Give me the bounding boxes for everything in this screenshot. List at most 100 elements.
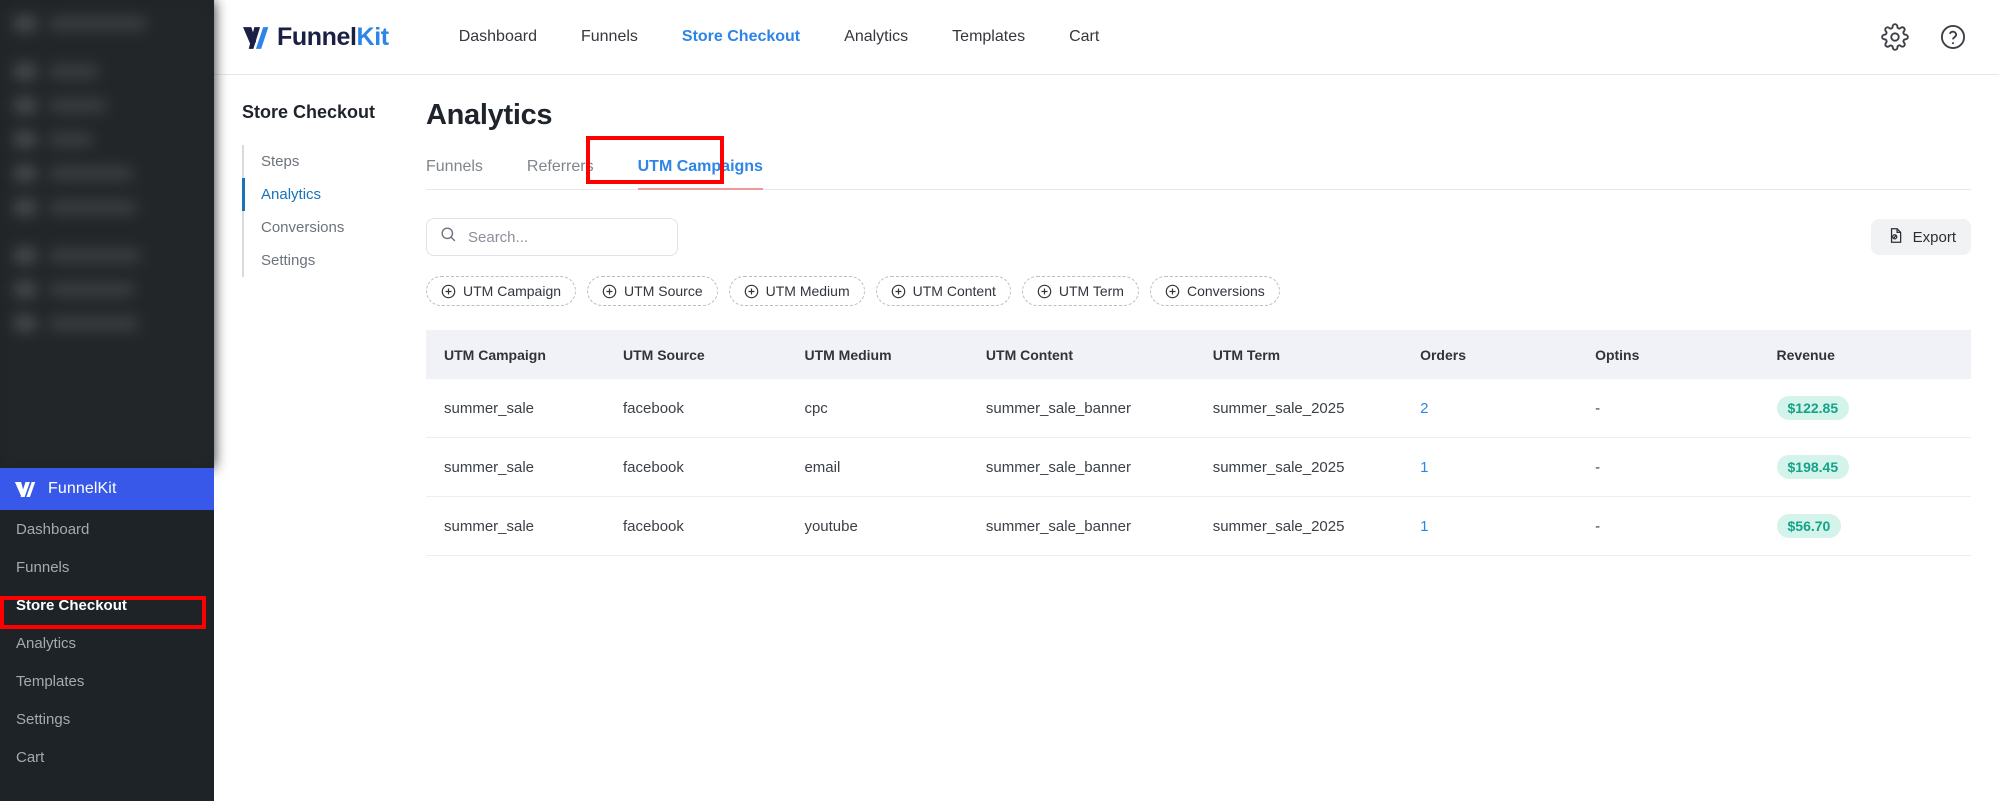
cell-utm-content: summer_sale_banner — [985, 496, 1213, 556]
sidebar-item-cart[interactable]: Cart — [0, 738, 214, 776]
store-checkout-sidebar: Store Checkout Steps Analytics Conversio… — [214, 75, 426, 801]
cell-utm-campaign: summer_sale — [426, 437, 623, 497]
topnav-dashboard[interactable]: Dashboard — [459, 28, 537, 46]
topnav-analytics[interactable]: Analytics — [844, 28, 908, 46]
chip-utm-content[interactable]: UTM Content — [875, 276, 1011, 306]
tab-utm-campaigns[interactable]: UTM Campaigns — [637, 158, 764, 190]
sub-nav-steps[interactable]: Steps — [244, 145, 426, 178]
sidebar-item-label: Analytics — [16, 634, 77, 652]
help-circle-icon[interactable] — [1939, 23, 1967, 51]
analytics-tabs: Funnels Referrers UTM Campaigns — [426, 136, 1971, 190]
revenue-badge: $198.45 — [1776, 455, 1850, 479]
main-region: FunnelKit Dashboard Funnels Store Checko… — [214, 0, 1999, 801]
funnelkit-sidebar-menu: Dashboard Funnels Store Checkout Analyti… — [0, 510, 214, 776]
cell-utm-medium: cpc — [804, 379, 986, 438]
search-box[interactable] — [426, 218, 678, 256]
chip-conversions[interactable]: Conversions — [1149, 276, 1280, 306]
page-body: Store Checkout Steps Analytics Conversio… — [214, 75, 1999, 801]
column-header-utm-content[interactable]: UTM Content — [985, 330, 1213, 379]
search-input[interactable] — [468, 228, 665, 246]
app-topbar: FunnelKit Dashboard Funnels Store Checko… — [214, 0, 1999, 75]
sub-nav-settings[interactable]: Settings — [244, 244, 426, 277]
sub-nav-analytics[interactable]: Analytics — [242, 178, 426, 211]
chip-utm-source[interactable]: UTM Source — [587, 276, 718, 306]
column-header-orders[interactable]: Orders — [1420, 330, 1596, 379]
plus-circle-icon — [602, 284, 617, 299]
table-row: summer_sale facebook youtube summer_sale… — [426, 496, 1971, 556]
topnav-cart[interactable]: Cart — [1069, 28, 1099, 46]
wp-admin-sidebar: FunnelKit Dashboard Funnels Store Checko… — [0, 0, 214, 801]
cell-optins: - — [1595, 437, 1777, 497]
blurred-menu-item — [0, 54, 214, 88]
table-row: summer_sale facebook cpc summer_sale_ban… — [426, 379, 1971, 438]
chip-label: Conversions — [1186, 283, 1265, 299]
blurred-menu-item — [0, 272, 214, 306]
table-row: summer_sale facebook email summer_sale_b… — [426, 437, 1971, 497]
brand-word-part1: Funnel — [277, 22, 357, 51]
sidebar-item-settings[interactable]: Settings — [0, 700, 214, 738]
sidebar-item-label: Settings — [16, 710, 71, 728]
sidebar-funnelkit-brand[interactable]: FunnelKit — [0, 468, 214, 510]
sub-nav-conversions[interactable]: Conversions — [244, 211, 426, 244]
cell-utm-campaign: summer_sale — [426, 496, 623, 556]
orders-link[interactable]: 2 — [1420, 400, 1428, 417]
orders-link[interactable]: 1 — [1420, 518, 1428, 535]
chip-utm-medium[interactable]: UTM Medium — [728, 276, 865, 306]
cell-utm-term: summer_sale_2025 — [1212, 379, 1421, 438]
table-header-row: UTM Campaign UTM Source UTM Medium UTM C… — [426, 330, 1971, 379]
brand-wordmark: FunnelKit — [277, 23, 389, 52]
chip-utm-campaign[interactable]: UTM Campaign — [426, 276, 577, 306]
column-header-utm-source[interactable]: UTM Source — [623, 330, 805, 379]
revenue-badge: $122.85 — [1776, 396, 1850, 420]
export-button-label: Export — [1912, 228, 1956, 246]
plus-circle-icon — [441, 284, 456, 299]
cell-orders: 2 — [1420, 379, 1596, 438]
cell-utm-medium: email — [804, 437, 986, 497]
cell-optins: - — [1595, 379, 1777, 438]
sidebar-item-templates[interactable]: Templates — [0, 662, 214, 700]
sidebar-brand-label: FunnelKit — [48, 480, 117, 497]
utm-campaigns-table: UTM Campaign UTM Source UTM Medium UTM C… — [426, 330, 1971, 556]
export-button[interactable]: Export — [1870, 219, 1971, 255]
cell-utm-source: facebook — [623, 437, 805, 497]
chip-utm-term[interactable]: UTM Term — [1021, 276, 1139, 306]
tab-funnels[interactable]: Funnels — [426, 158, 483, 189]
sidebar-item-label: Funnels — [16, 558, 70, 576]
column-header-utm-term[interactable]: UTM Term — [1212, 330, 1421, 379]
cell-utm-term: summer_sale_2025 — [1212, 437, 1421, 497]
funnelkit-header-logo[interactable]: FunnelKit — [242, 23, 389, 52]
column-header-optins[interactable]: Optins — [1595, 330, 1777, 379]
chip-label: UTM Medium — [765, 283, 850, 299]
orders-link[interactable]: 1 — [1420, 459, 1428, 476]
cell-utm-source: facebook — [623, 379, 805, 438]
cell-utm-term: summer_sale_2025 — [1212, 496, 1421, 556]
cell-revenue: $122.85 — [1776, 379, 1971, 438]
sidebar-item-dashboard[interactable]: Dashboard — [0, 510, 214, 548]
cell-utm-content: summer_sale_banner — [985, 379, 1213, 438]
topnav-funnels[interactable]: Funnels — [581, 28, 638, 46]
cell-optins: - — [1595, 496, 1777, 556]
plus-circle-icon — [744, 284, 759, 299]
tab-referrers[interactable]: Referrers — [527, 158, 594, 189]
sidebar-item-label: Templates — [16, 672, 85, 690]
sidebar-item-label: Dashboard — [16, 520, 90, 538]
funnelkit-logo-icon — [14, 481, 37, 498]
sidebar-item-analytics[interactable]: Analytics — [0, 624, 214, 662]
topnav-store-checkout[interactable]: Store Checkout — [682, 28, 800, 46]
chip-label: UTM Term — [1058, 283, 1124, 299]
cell-utm-medium: youtube — [804, 496, 986, 556]
column-header-utm-campaign[interactable]: UTM Campaign — [426, 330, 623, 379]
sidebar-item-funnels[interactable]: Funnels — [0, 548, 214, 586]
column-header-revenue[interactable]: Revenue — [1776, 330, 1971, 379]
sidebar-item-label: Store Checkout — [16, 596, 127, 614]
sub-sidebar-nav: Steps Analytics Conversions Settings — [242, 145, 426, 277]
chip-label: UTM Content — [912, 283, 996, 299]
topnav-templates[interactable]: Templates — [952, 28, 1025, 46]
blurred-menu-item — [0, 156, 214, 190]
analytics-content: Analytics Funnels Referrers UTM Campaign… — [426, 75, 1999, 801]
plus-circle-icon — [1165, 284, 1180, 299]
cell-utm-campaign: summer_sale — [426, 379, 623, 438]
sidebar-item-store-checkout[interactable]: Store Checkout — [0, 586, 214, 624]
gear-icon[interactable] — [1881, 23, 1909, 51]
column-header-utm-medium[interactable]: UTM Medium — [804, 330, 986, 379]
